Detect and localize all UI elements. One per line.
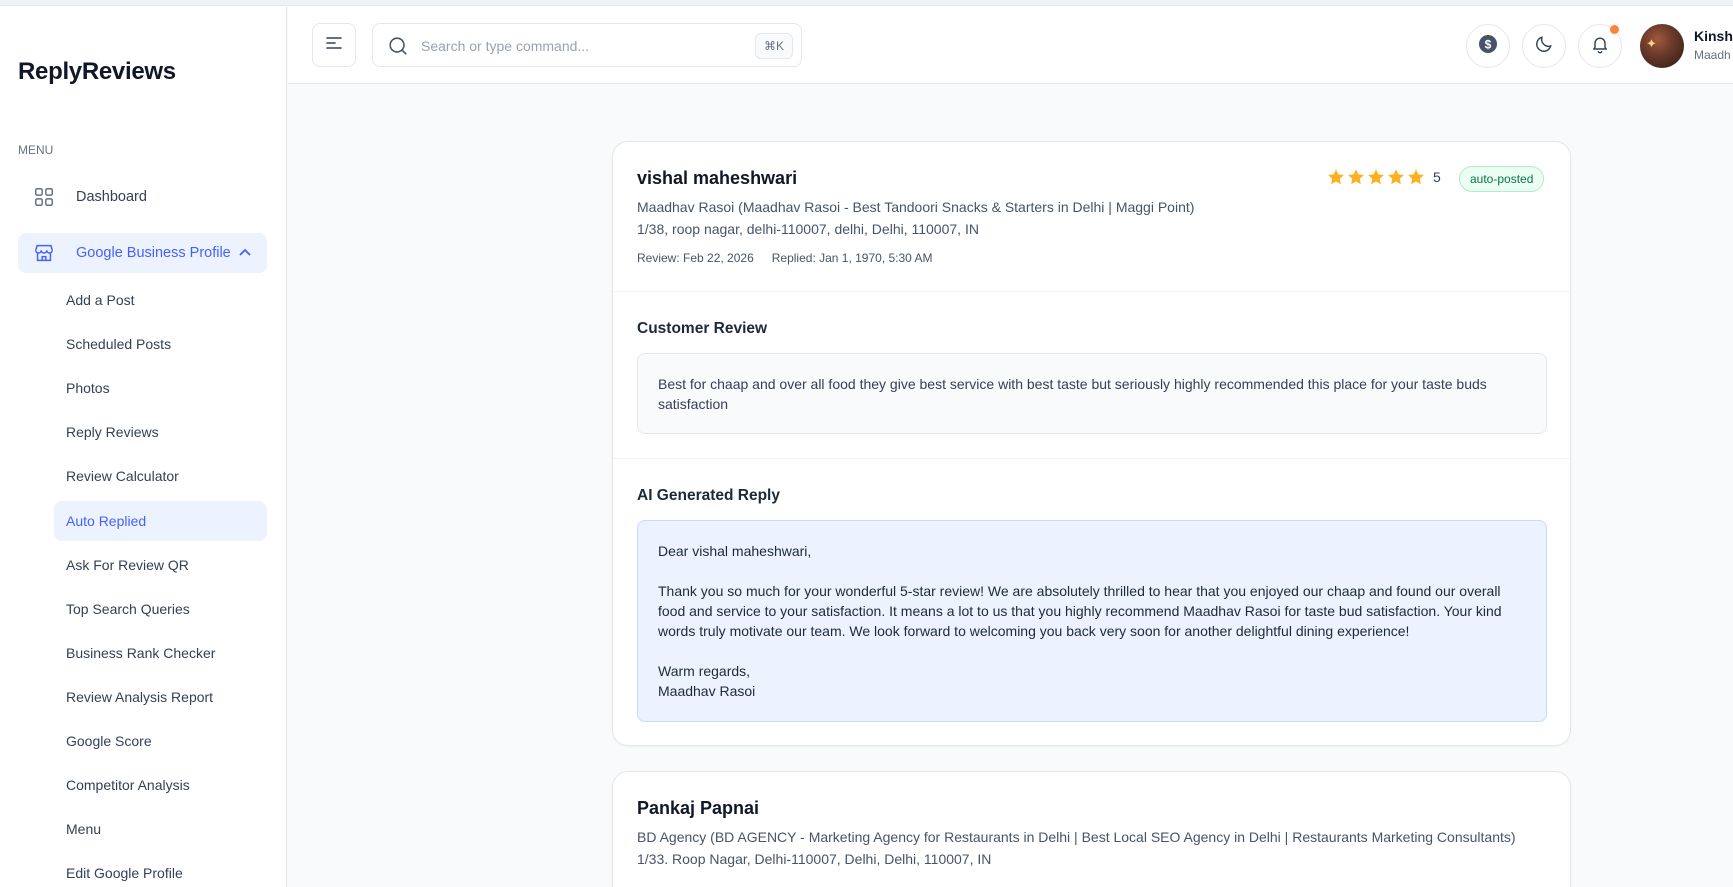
reviewer-name: Pankaj Papnai bbox=[637, 798, 760, 818]
business-address: 1/33. Roop Nagar, Delhi-110007, Delhi, D… bbox=[637, 851, 992, 867]
menu-section-label: MENU bbox=[18, 143, 54, 157]
star-icon bbox=[1328, 169, 1344, 185]
currency-button[interactable]: $ bbox=[1466, 24, 1510, 68]
brand-logo[interactable]: ReplyReviews bbox=[18, 58, 176, 86]
search-bar[interactable]: ⌘K bbox=[372, 23, 802, 67]
search-shortcut-badge: ⌘K bbox=[754, 33, 793, 59]
sidebar-subitem-reply-reviews[interactable]: Reply Reviews bbox=[54, 412, 267, 452]
sidebar-item-google-business-profile[interactable]: Google Business Profile bbox=[18, 233, 267, 273]
sidebar-item-dashboard[interactable]: Dashboard bbox=[18, 177, 267, 217]
divider bbox=[613, 458, 1570, 459]
sidebar-subitem-google-score[interactable]: Google Score bbox=[54, 721, 267, 761]
notifications-button[interactable] bbox=[1578, 24, 1622, 68]
star-rating bbox=[1327, 168, 1425, 186]
bell-icon bbox=[1590, 34, 1610, 59]
sidebar: ReplyReviews MENU Dashboard Google Busin… bbox=[0, 6, 287, 887]
reviewer-name: vishal maheshwari bbox=[637, 168, 798, 188]
status-badge: auto-posted bbox=[1459, 166, 1545, 192]
divider bbox=[613, 291, 1570, 292]
review-date: Review: Feb 22, 2026 bbox=[637, 251, 754, 265]
business-name: BD Agency (BD AGENCY - Marketing Agency … bbox=[637, 829, 1516, 845]
search-icon bbox=[387, 35, 409, 57]
sidebar-subitem-scheduled-posts[interactable]: Scheduled Posts bbox=[54, 324, 267, 364]
star-icon bbox=[1388, 169, 1404, 185]
star-icon bbox=[1348, 169, 1364, 185]
star-icon bbox=[1368, 169, 1384, 185]
store-icon bbox=[32, 241, 56, 265]
review-card: vishal maheshwari 5 auto-posted Maadhav … bbox=[612, 141, 1571, 746]
reply-signoff: Warm regards, Maadhav Rasoi bbox=[658, 661, 1526, 701]
moon-icon bbox=[1534, 34, 1554, 59]
menu-lines-icon bbox=[325, 34, 343, 57]
sidebar-item-label: Dashboard bbox=[76, 189, 147, 205]
rating-value: 5 bbox=[1433, 169, 1441, 185]
ai-reply-text: Dear vishal maheshwari, Thank you so muc… bbox=[637, 520, 1547, 722]
business-address: 1/38, roop nagar, delhi-110007, delhi, D… bbox=[637, 221, 979, 237]
theme-toggle-button[interactable] bbox=[1522, 24, 1566, 68]
user-business: Maadh bbox=[1694, 48, 1731, 62]
reply-body: Thank you so much for your wonderful 5-s… bbox=[658, 583, 1502, 639]
customer-review-text: Best for chaap and over all food they gi… bbox=[637, 353, 1547, 434]
sidebar-subitem-auto-replied[interactable]: Auto Replied bbox=[54, 501, 267, 541]
sidebar-subitem-photos[interactable]: Photos bbox=[54, 368, 267, 408]
reply-greeting: Dear vishal maheshwari, bbox=[658, 543, 812, 559]
business-name: Maadhav Rasoi (Maadhav Rasoi - Best Tand… bbox=[637, 199, 1195, 215]
grid-icon bbox=[32, 185, 56, 209]
sidebar-subitem-top-search-queries[interactable]: Top Search Queries bbox=[54, 589, 267, 629]
sidebar-subitem-menu[interactable]: Menu bbox=[54, 809, 267, 849]
reply-signoff-line: Warm regards, bbox=[658, 663, 751, 679]
svg-text:$: $ bbox=[1485, 37, 1492, 51]
review-dates: Review: Feb 22, 2026 Replied: Jan 1, 1970… bbox=[637, 251, 933, 265]
sidebar-subitem-review-analysis-report[interactable]: Review Analysis Report bbox=[54, 677, 267, 717]
user-name[interactable]: Kinshu bbox=[1694, 28, 1733, 44]
ai-reply-heading: AI Generated Reply bbox=[637, 487, 780, 504]
review-card: Pankaj Papnai BD Agency (BD AGENCY - Mar… bbox=[612, 771, 1571, 887]
sidebar-subitem-competitor-analysis[interactable]: Competitor Analysis bbox=[54, 765, 267, 805]
dollar-coin-icon: $ bbox=[1478, 34, 1498, 59]
customer-review-heading: Customer Review bbox=[637, 320, 768, 337]
sidebar-item-label: Google Business Profile bbox=[76, 245, 231, 261]
sidebar-subitem-edit-google-profile[interactable]: Edit Google Profile bbox=[54, 853, 267, 887]
avatar-image: ✦ bbox=[1646, 36, 1657, 51]
avatar[interactable]: ✦ bbox=[1640, 24, 1684, 68]
sidebar-subitem-add-a-post[interactable]: Add a Post bbox=[54, 280, 267, 320]
sidebar-subitem-ask-for-review-qr[interactable]: Ask For Review QR bbox=[54, 545, 267, 585]
top-header: ⌘K $ ✦ Kinshu Maadh bbox=[288, 6, 1733, 84]
reply-signature: Maadhav Rasoi bbox=[658, 683, 756, 699]
sidebar-subitem-business-rank-checker[interactable]: Business Rank Checker bbox=[54, 633, 267, 673]
sidebar-subitem-review-calculator[interactable]: Review Calculator bbox=[54, 456, 267, 496]
notification-dot bbox=[1610, 25, 1619, 34]
chevron-up-icon[interactable] bbox=[237, 245, 253, 261]
replied-date: Replied: Jan 1, 1970, 5:30 AM bbox=[771, 251, 933, 265]
star-icon bbox=[1408, 169, 1424, 185]
sidebar-toggle-button[interactable] bbox=[312, 23, 356, 67]
search-input[interactable] bbox=[421, 34, 721, 58]
